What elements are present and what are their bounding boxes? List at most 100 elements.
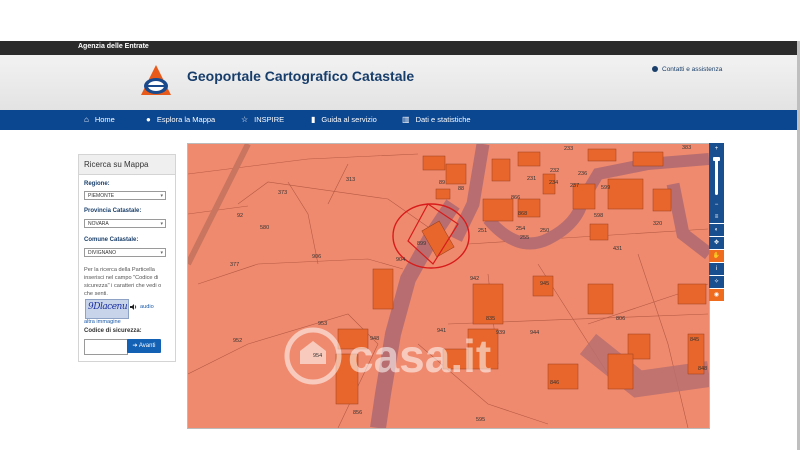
svg-text:941: 941: [437, 328, 446, 334]
cadastral-map[interactable]: casa.it 233 383 373 313 89 88 231 232 234 237 2…: [187, 143, 710, 429]
svg-text:954: 954: [313, 353, 322, 359]
page-title[interactable]: Geoportale Cartografico Catastale: [187, 68, 414, 84]
regione-value: PIEMONTE: [88, 193, 115, 199]
svg-text:234: 234: [549, 180, 558, 186]
eye-icon[interactable]: ◉: [709, 289, 724, 301]
zoom-track: [715, 159, 718, 195]
contacts-label: Contatti e assistenza: [662, 66, 723, 73]
nav-inspire[interactable]: ☆ INSPIRE: [241, 110, 284, 130]
svg-text:953: 953: [318, 321, 327, 327]
main-nav: ⌂ Home ● Esplora la Mappa ☆ INSPIRE ▮ Guida …: [0, 110, 800, 130]
svg-text:939: 939: [496, 330, 505, 336]
svg-text:846: 846: [550, 380, 559, 386]
bar-chart-icon: ▥: [402, 115, 410, 124]
svg-text:835: 835: [486, 316, 495, 322]
fullscreen-icon[interactable]: ✥: [709, 237, 724, 249]
nav-guida[interactable]: ▮ Guida al servizio: [311, 110, 377, 130]
top-blank: [0, 0, 800, 41]
zoom-slider[interactable]: [709, 155, 724, 199]
svg-text:92: 92: [237, 213, 243, 219]
agency-bar: Agenzia delle Entrate: [0, 41, 800, 55]
map-canvas[interactable]: casa.it 233 383373 313 8988 231232234 2372…: [188, 144, 709, 428]
svg-text:233: 233: [564, 146, 573, 152]
provincia-label: Provincia Catastale:: [84, 208, 142, 214]
svg-text:580: 580: [260, 225, 269, 231]
zoom-in-button[interactable]: +: [709, 143, 724, 155]
svg-text:945: 945: [540, 281, 549, 287]
globe-icon: ●: [146, 115, 151, 124]
audio-link[interactable]: audio: [140, 304, 154, 310]
svg-text:377: 377: [230, 262, 239, 268]
svg-text:868: 868: [518, 211, 527, 217]
svg-text:373: 373: [278, 190, 287, 196]
chevron-down-icon: ▾: [160, 193, 163, 199]
avanti-button[interactable]: ➔ Avanti: [127, 339, 161, 353]
search-panel: Ricerca su Mappa Regione: PIEMONTE ▾ Prov…: [78, 154, 176, 362]
svg-text:320: 320: [653, 221, 662, 227]
nav-inspire-label: INSPIRE: [254, 115, 285, 124]
nav-esplora-label: Esplora la Mappa: [156, 115, 216, 124]
hand-icon[interactable]: ✋: [709, 250, 724, 262]
agency-label[interactable]: Agenzia delle Entrate: [78, 43, 149, 50]
svg-text:89: 89: [439, 180, 445, 186]
book-icon: ▮: [311, 115, 316, 124]
svg-text:866: 866: [511, 195, 520, 201]
speaker-icon[interactable]: [129, 303, 137, 311]
captcha-image: 9Dlacenu: [85, 299, 129, 319]
svg-text:595: 595: [476, 417, 485, 423]
svg-text:236: 236: [578, 171, 587, 177]
map-toolbar: + − ≡ ◐ ✥ ✋ i ✧ ◉: [709, 143, 724, 303]
agency-logo-icon[interactable]: [138, 64, 174, 98]
provincia-value: NOVARA: [88, 221, 109, 227]
panel-title: Ricerca su Mappa: [79, 155, 175, 175]
nav-home-label: Home: [94, 115, 115, 124]
svg-text:952: 952: [233, 338, 242, 344]
svg-text:237: 237: [570, 183, 579, 189]
contacts-link[interactable]: Contatti e assistenza: [652, 66, 722, 73]
nav-guida-label: Guida al servizio: [321, 115, 377, 124]
svg-text:251: 251: [478, 228, 487, 234]
captcha-instructions: Per la ricerca della Particella inserisc…: [84, 267, 162, 297]
svg-text:845: 845: [690, 337, 699, 343]
info-icon: [652, 66, 658, 72]
svg-text:255: 255: [520, 235, 529, 241]
regione-label: Regione:: [84, 181, 110, 187]
svg-text:806: 806: [616, 316, 625, 322]
chevron-down-icon: ▾: [160, 250, 163, 256]
nav-esplora[interactable]: ● Esplora la Mappa: [146, 110, 215, 130]
svg-text:599: 599: [601, 185, 610, 191]
layers-icon[interactable]: ≡: [709, 211, 724, 223]
captcha-text: 9Dlacenu: [88, 302, 128, 312]
svg-text:250: 250: [540, 228, 549, 234]
nav-dati-label: Dati e statistiche: [415, 115, 471, 124]
codice-label: Codice di sicurezza:: [84, 328, 142, 334]
info-icon[interactable]: i: [709, 263, 724, 275]
svg-text:856: 856: [353, 410, 362, 416]
locate-icon[interactable]: ✧: [709, 276, 724, 288]
svg-text:231: 231: [527, 176, 536, 182]
zoom-handle[interactable]: [713, 157, 720, 161]
zoom-out-button[interactable]: −: [709, 199, 724, 211]
provincia-select[interactable]: NOVARA ▾: [84, 219, 166, 228]
altra-immagine-link[interactable]: altra immagine: [84, 319, 121, 325]
svg-text:598: 598: [594, 213, 603, 219]
svg-text:948: 948: [370, 336, 379, 342]
svg-text:232: 232: [550, 168, 559, 174]
nav-dati[interactable]: ▥ Dati e statistiche: [402, 110, 471, 130]
star-icon: ☆: [241, 115, 249, 124]
regione-select[interactable]: PIEMONTE ▾: [84, 191, 166, 200]
chevron-down-icon: ▾: [160, 221, 163, 227]
svg-text:906: 906: [312, 254, 321, 260]
svg-text:899: 899: [417, 241, 426, 247]
nav-home[interactable]: ⌂ Home: [84, 110, 115, 130]
comune-select[interactable]: DIVIGNANO ▾: [84, 248, 166, 257]
svg-text:383: 383: [682, 145, 691, 151]
svg-text:904: 904: [396, 257, 405, 263]
contrast-icon[interactable]: ◐: [709, 224, 724, 236]
svg-text:848: 848: [698, 366, 707, 372]
svg-text:313: 313: [346, 177, 355, 183]
svg-text:431: 431: [613, 246, 622, 252]
avanti-label: Avanti: [138, 343, 156, 349]
codice-input[interactable]: [84, 339, 128, 355]
svg-text:942: 942: [470, 276, 479, 282]
